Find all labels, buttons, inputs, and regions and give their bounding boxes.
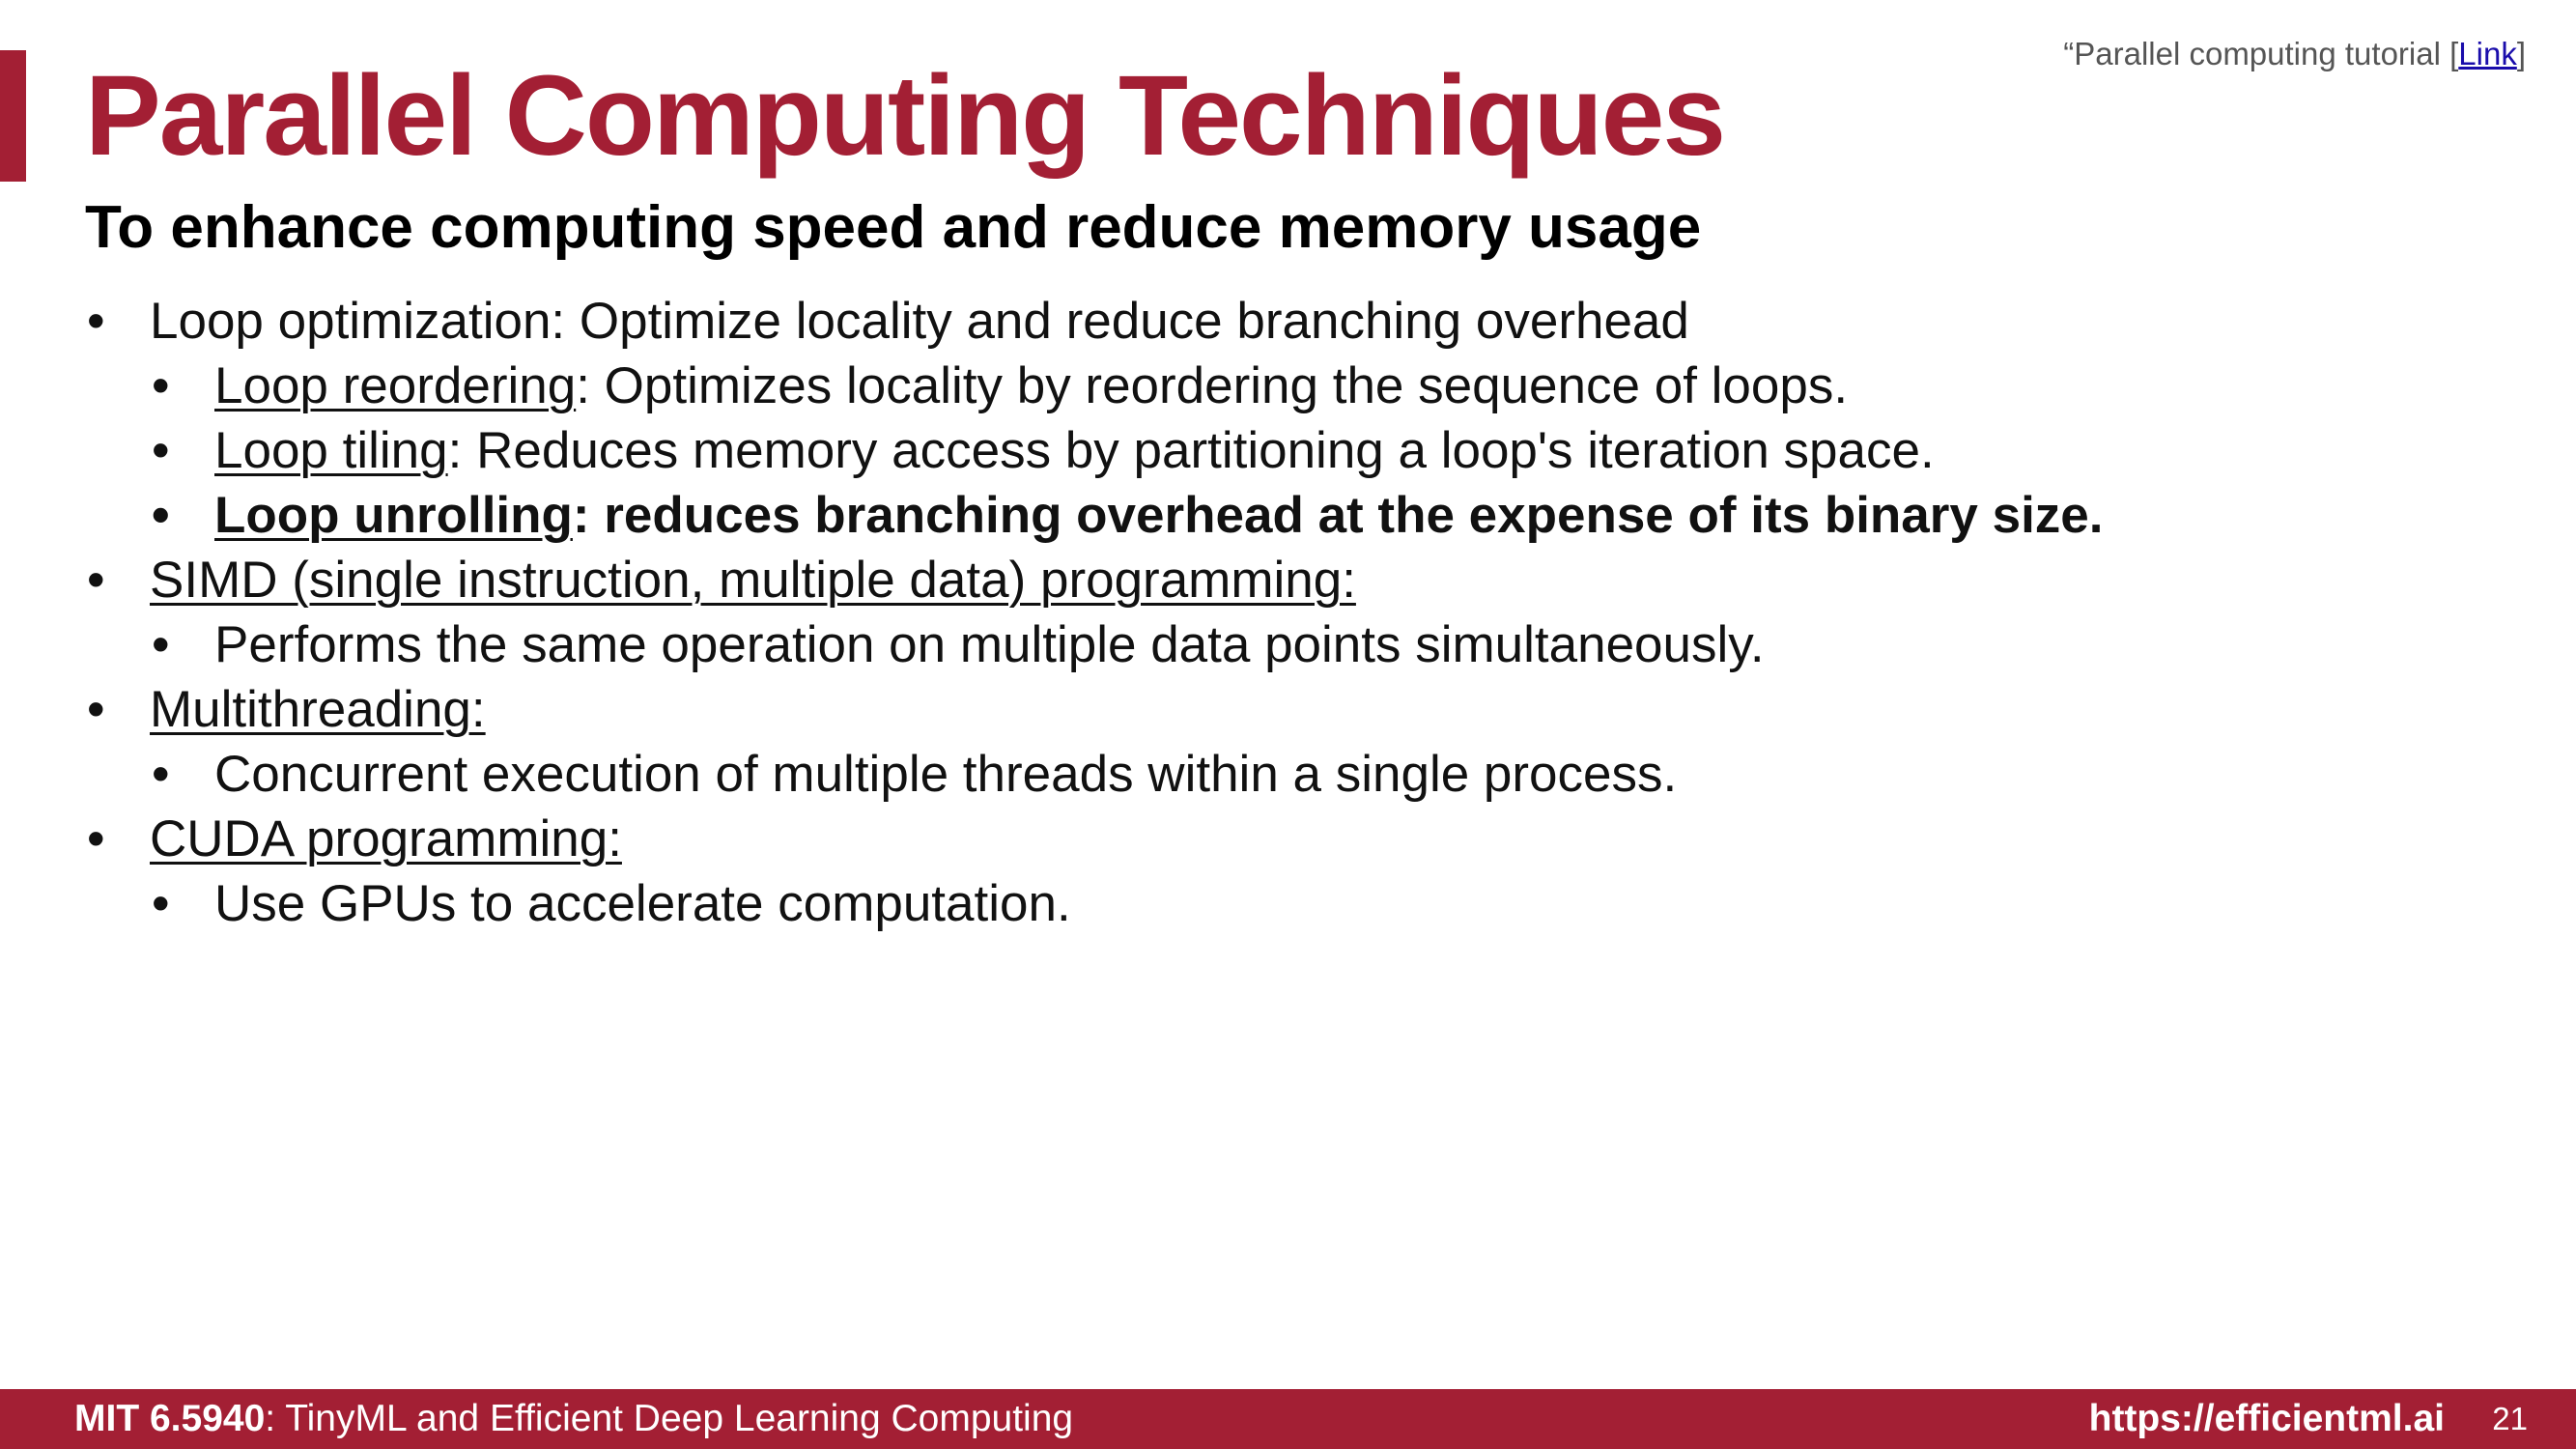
page-number: 21 — [2492, 1401, 2528, 1436]
bullet-lead: Multithreading: — [150, 681, 486, 738]
footer-url[interactable]: https://efficientml.ai — [2089, 1389, 2445, 1449]
bullet-text: Use GPUs to accelerate computation. — [214, 875, 1071, 932]
bullet-glyph: • — [152, 875, 170, 932]
bullet-glyph: • — [152, 616, 170, 673]
bullet-list: • Loop optimization: Optimize locality an… — [85, 289, 2104, 936]
bullet-cuda: • CUDA programming: — [85, 807, 2104, 871]
bullet-multithreading: • Multithreading: — [85, 677, 2104, 742]
bullet-text: : Reduces memory access by partitioning … — [447, 422, 1935, 479]
bullet-loop-unrolling: • Loop unrolling: reduces branching overh… — [85, 483, 2104, 548]
footer-course-code: MIT 6.5940 — [74, 1398, 266, 1439]
bullet-glyph: • — [87, 293, 105, 350]
bullet-glyph: • — [152, 487, 170, 544]
bullet-simd-detail: • Performs the same operation on multiple… — [85, 612, 2104, 677]
bullet-cuda-detail: • Use GPUs to accelerate computation. — [85, 871, 2104, 936]
bullet-glyph: • — [152, 746, 170, 803]
slide-footer: MIT 6.5940: TinyML and Efficient Deep Le… — [0, 1389, 2576, 1449]
reference-link[interactable]: Link — [2458, 36, 2517, 71]
bullet-lead: Loop tiling — [214, 422, 448, 479]
bullet-lead: SIMD (single instruction, multiple data)… — [150, 552, 1356, 609]
reference-suffix: ] — [2516, 36, 2526, 71]
reference-prefix: “Parallel computing tutorial [ — [2063, 36, 2459, 71]
bullet-text: Loop optimization: Optimize locality and… — [150, 293, 1689, 350]
bullet-text: Performs the same operation on multiple … — [214, 616, 1765, 673]
bullet-lead: Loop unrolling — [214, 487, 573, 544]
bullet-glyph: • — [87, 681, 105, 738]
slide-subtitle: To enhance computing speed and reduce me… — [85, 194, 1702, 261]
bullet-text: : reduces branching overhead at the expe… — [572, 487, 2104, 544]
bullet-text: Concurrent execution of multiple threads… — [214, 746, 1678, 803]
bullet-loop-tiling: • Loop tiling: Reduces memory access by p… — [85, 418, 2104, 483]
reference-note: “Parallel computing tutorial [Link] — [2063, 35, 2526, 73]
bullet-text: : Optimizes locality by reordering the s… — [576, 357, 1849, 414]
title-accent-bar — [0, 50, 26, 182]
bullet-multithreading-detail: • Concurrent execution of multiple thread… — [85, 742, 2104, 807]
bullet-glyph: • — [87, 810, 105, 867]
bullet-loop-optimization: • Loop optimization: Optimize locality an… — [85, 289, 2104, 354]
bullet-glyph: • — [152, 422, 170, 479]
bullet-loop-reordering: • Loop reordering: Optimizes locality by … — [85, 354, 2104, 418]
bullet-lead: Loop reordering — [214, 357, 577, 414]
footer-course: MIT 6.5940: TinyML and Efficient Deep Le… — [74, 1389, 1073, 1449]
slide-title: Parallel Computing Techniques — [85, 52, 1726, 180]
footer-course-name: : TinyML and Efficient Deep Learning Com… — [265, 1398, 1074, 1439]
bullet-glyph: • — [152, 357, 170, 414]
bullet-glyph: • — [87, 552, 105, 609]
bullet-simd: • SIMD (single instruction, multiple data… — [85, 548, 2104, 612]
bullet-lead: CUDA programming: — [150, 810, 622, 867]
